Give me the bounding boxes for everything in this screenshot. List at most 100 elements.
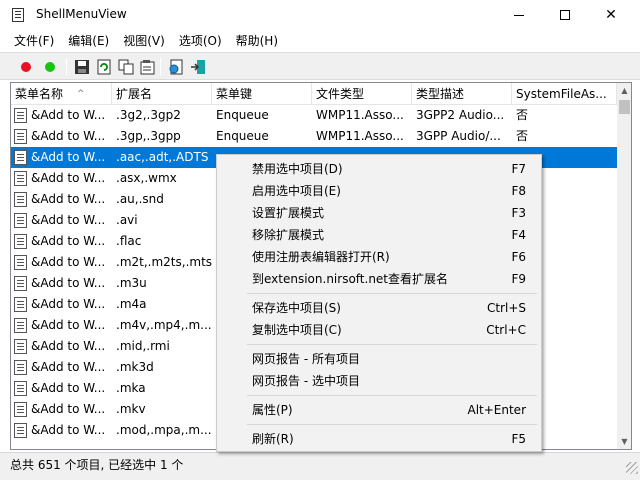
cell-menu-name: &Add to W... (31, 255, 106, 269)
menu-separator (247, 344, 537, 345)
cell-extension: .m4v,.mp4,.m... (116, 318, 212, 332)
column-header-menu-name[interactable]: 菜单名称 ^ (11, 83, 112, 105)
app-icon (12, 8, 24, 22)
cell-system-file-assoc: 否 (516, 108, 529, 122)
shortcut-key: F8 (511, 184, 526, 198)
column-header-menu-key[interactable]: 菜单键 (212, 83, 312, 105)
table-row[interactable]: &Add to W... .3gp,.3gpp Enqueue WMP11.Asso.… (11, 126, 617, 147)
context-menu-item[interactable]: 属性(P) Alt+Enter (219, 399, 539, 421)
context-menu-item[interactable]: 移除扩展模式 F4 (219, 224, 539, 246)
cell-extension: .3g2,.3gp2 (116, 108, 181, 122)
save-button[interactable] (72, 57, 92, 77)
menu-entry-icon (14, 255, 27, 270)
shortcut-key: Ctrl+C (486, 323, 526, 337)
cell-extension: .au,.snd (116, 192, 164, 206)
context-menu-item[interactable]: 复制选中项目(C) Ctrl+C (219, 319, 539, 341)
resize-grip-icon[interactable] (626, 462, 638, 474)
menu-entry-icon (14, 381, 27, 396)
table-row[interactable]: &Add to W... .3g2,.3gp2 Enqueue WMP11.Asso.… (11, 105, 617, 126)
title-bar[interactable]: ShellMenuView ✕ (0, 0, 640, 30)
vertical-scrollbar[interactable]: ▲ ▼ (617, 83, 631, 449)
menu-entry-icon (14, 213, 27, 228)
context-menu: 禁用选中项目(D) F7 启用选中项目(E) F8 设置扩展模式 F3 移除扩展模式 F4 使用… (216, 154, 542, 452)
cell-extension: .mkv (116, 402, 146, 416)
status-text: 总共 651 个项目, 已经选中 1 个 (10, 458, 184, 472)
scroll-thumb[interactable] (619, 100, 630, 114)
exit-icon (191, 60, 205, 74)
cell-menu-key: Enqueue (216, 108, 269, 122)
cell-system-file-assoc: 否 (516, 129, 529, 143)
cell-extension: .mk3d (116, 360, 154, 374)
copy-button[interactable] (116, 57, 136, 77)
cell-menu-name: &Add to W... (31, 192, 106, 206)
column-header-system-file-assoc[interactable]: SystemFileAs... (512, 83, 617, 105)
menu-entry-icon (14, 318, 27, 333)
shortcut-key: F9 (511, 272, 526, 286)
maximize-button[interactable] (542, 0, 588, 30)
cell-extension: .mod,.mpa,.m... (116, 423, 212, 437)
cell-extension: .aac,.adt,.ADTS (116, 150, 209, 164)
refresh-button[interactable] (94, 57, 114, 77)
menu-entry-icon (14, 402, 27, 417)
column-header-type-description[interactable]: 类型描述 (412, 83, 512, 105)
enable-items-button[interactable] (40, 57, 60, 77)
menu-options[interactable]: 选项(O) (172, 31, 229, 51)
cell-extension: .flac (116, 234, 142, 248)
html-report-button[interactable] (166, 57, 186, 77)
column-header-extension[interactable]: 扩展名 (112, 83, 212, 105)
menu-separator (247, 395, 537, 396)
cell-menu-name: &Add to W... (31, 234, 106, 248)
green-dot-icon (45, 62, 55, 72)
properties-button[interactable] (138, 57, 158, 77)
menu-entry-icon (14, 339, 27, 354)
scroll-up-icon[interactable]: ▲ (617, 83, 631, 98)
minimize-button[interactable] (496, 0, 542, 30)
menu-entry-icon (14, 234, 27, 249)
cell-type-description: 3GPP2 Audio... (416, 108, 505, 122)
menu-entry-icon (14, 150, 27, 165)
context-menu-item-label: 保存选中项目(S) (252, 301, 341, 315)
sort-ascending-icon: ^ (77, 89, 85, 99)
toolbar-separator (66, 58, 67, 76)
context-menu-item-label: 刷新(R) (252, 432, 294, 446)
context-menu-item[interactable]: 启用选中项目(E) F8 (219, 180, 539, 202)
menu-separator (247, 293, 537, 294)
context-menu-item[interactable]: 保存选中项目(S) Ctrl+S (219, 297, 539, 319)
context-menu-item[interactable]: 到extension.nirsoft.net查看扩展名 F9 (219, 268, 539, 290)
context-menu-item[interactable]: 网页报告 - 所有项目 (219, 348, 539, 370)
cell-menu-name: &Add to W... (31, 276, 106, 290)
context-menu-item[interactable]: 使用注册表编辑器打开(R) F6 (219, 246, 539, 268)
menu-entry-icon (14, 276, 27, 291)
menu-edit[interactable]: 编辑(E) (61, 31, 116, 51)
cell-type-description: 3GPP Audio/... (416, 129, 501, 143)
exit-button[interactable] (188, 57, 208, 77)
menu-help[interactable]: 帮助(H) (229, 31, 285, 51)
cell-menu-name: &Add to W... (31, 108, 106, 122)
cell-menu-key: Enqueue (216, 129, 269, 143)
menu-entry-icon (14, 129, 27, 144)
column-header-file-type[interactable]: 文件类型 (312, 83, 412, 105)
context-menu-item[interactable]: 刷新(R) F5 (219, 428, 539, 450)
close-button[interactable]: ✕ (588, 0, 634, 30)
toolbar (0, 52, 640, 80)
context-menu-item-label: 属性(P) (252, 403, 293, 417)
context-menu-item[interactable]: 网页报告 - 选中项目 (219, 370, 539, 392)
context-menu-item[interactable]: 禁用选中项目(D) F7 (219, 158, 539, 180)
menu-file[interactable]: 文件(F) (7, 31, 61, 51)
cell-file-type: WMP11.Asso... (316, 108, 404, 122)
context-menu-item-label: 移除扩展模式 (252, 228, 325, 242)
disable-items-button[interactable] (16, 57, 36, 77)
window-title: ShellMenuView (36, 7, 127, 21)
shortcut-key: Alt+Enter (467, 403, 526, 417)
context-menu-item[interactable]: 设置扩展模式 F3 (219, 202, 539, 224)
cell-extension: .m2t,.m2ts,.mts (116, 255, 212, 269)
close-icon: ✕ (605, 7, 617, 23)
menu-view[interactable]: 视图(V) (116, 31, 172, 51)
menu-entry-icon (14, 108, 27, 123)
context-menu-item-label: 网页报告 - 选中项目 (252, 374, 360, 388)
scroll-down-icon[interactable]: ▼ (617, 434, 631, 449)
menu-entry-icon (14, 192, 27, 207)
context-menu-item-label: 使用注册表编辑器打开(R) (252, 250, 390, 264)
context-menu-item-label: 到extension.nirsoft.net查看扩展名 (252, 272, 449, 286)
cell-menu-name: &Add to W... (31, 402, 106, 416)
